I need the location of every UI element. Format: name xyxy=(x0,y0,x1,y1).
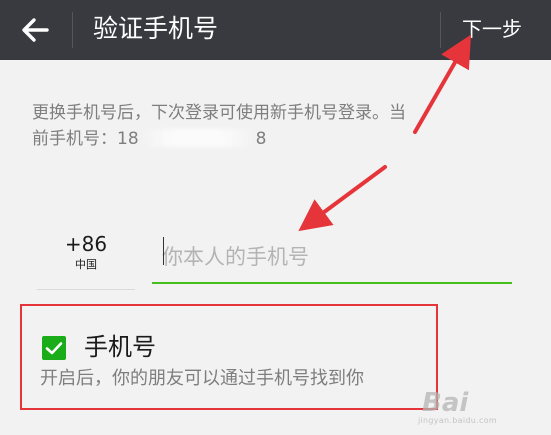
checkmark-icon xyxy=(45,342,63,355)
arrow-left-icon xyxy=(22,18,49,42)
watermark-text: Bai xyxy=(422,388,469,418)
discoverable-by-phone-checkbox[interactable] xyxy=(42,336,66,360)
country-name: 中国 xyxy=(75,258,97,271)
country-code: +86 xyxy=(64,232,108,256)
page-title: 验证手机号 xyxy=(93,14,219,43)
hint-line-2: 前手机号：18 8 xyxy=(32,126,512,152)
top-bar: 验证手机号 下一步 xyxy=(0,0,551,60)
back-button[interactable] xyxy=(14,10,58,50)
current-phone-suffix: 8 xyxy=(255,129,267,149)
text-caret xyxy=(163,237,164,265)
baidu-watermark: Bai jingyan.baidu.com xyxy=(418,384,543,430)
discoverable-description: 开启后，你的朋友可以通过手机号找到你 xyxy=(40,368,364,389)
watermark-sub: jingyan.baidu.com xyxy=(418,416,497,425)
header-divider xyxy=(72,12,73,48)
phone-number-input[interactable] xyxy=(152,232,512,284)
annotation-highlight-box xyxy=(20,304,438,410)
phone-change-hint: 更换手机号后，下次登录可使用新手机号登录。当 前手机号：18 8 xyxy=(32,100,512,152)
masked-phone-digits xyxy=(139,129,255,147)
current-phone-prefix: 前手机号：18 xyxy=(32,129,139,149)
annotation-arrow-to-input xyxy=(298,165,387,232)
hint-line-1: 更换手机号后，下次登录可使用新手机号登录。当 xyxy=(32,103,406,123)
country-code-selector[interactable]: +86 中国 xyxy=(37,227,135,290)
next-step-button[interactable]: 下一步 xyxy=(462,11,522,47)
header-divider xyxy=(440,12,441,48)
discoverable-label: 手机号 xyxy=(84,333,156,361)
